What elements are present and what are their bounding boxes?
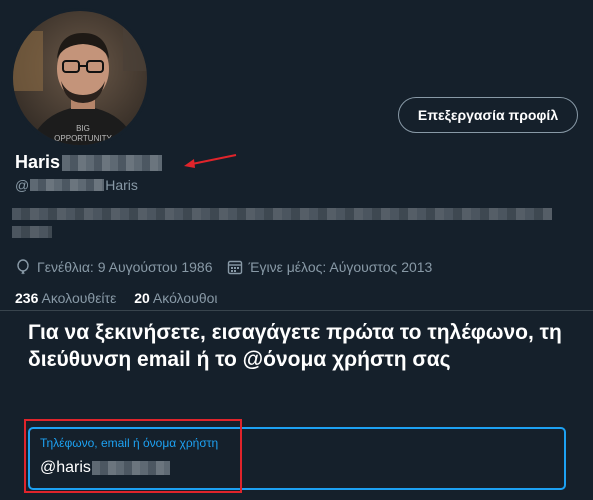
avatar-photo: BIG OPPORTUNITY <box>13 11 147 145</box>
follow-stats: 236 Ακολουθείτε 20 Ακόλουθοι <box>15 290 218 306</box>
svg-text:OPPORTUNITY: OPPORTUNITY <box>54 134 112 143</box>
dialog-title: Για να ξεκινήσετε, εισαγάγετε πρώτα το τ… <box>28 321 562 371</box>
calendar-icon <box>227 260 242 275</box>
followers-label: Ακόλουθοι <box>152 290 218 306</box>
display-name-text: Haris <box>15 152 61 172</box>
handle-suffix: Haris <box>105 177 138 193</box>
balloon-icon <box>17 259 29 275</box>
joined-text: Έγινε μέλος: Αύγουστος 2013 <box>248 259 433 275</box>
following-link[interactable]: 236 Ακολουθείτε <box>15 290 116 306</box>
bio-redacted <box>12 208 552 244</box>
redacted-surname <box>62 154 163 171</box>
following-count: 236 <box>15 290 39 306</box>
birthday-text: Γενέθλια: 9 Αυγούστου 1986 <box>37 259 213 275</box>
display-name: Haris <box>15 152 163 173</box>
profile-meta: Γενέθλια: 9 Αυγούστου 1986 Έγινε μέλος: … <box>15 259 432 275</box>
following-label: Ακολουθείτε <box>41 290 117 306</box>
red-box-annotation <box>24 419 242 493</box>
svg-text:BIG: BIG <box>76 124 90 133</box>
handle-prefix: @ <box>15 177 30 193</box>
profile-section: BIG OPPORTUNITY Επεξεργασία προφίλ Haris… <box>0 0 593 310</box>
followers-link[interactable]: 20 Ακόλουθοι <box>134 290 217 306</box>
edit-profile-button[interactable]: Επεξεργασία προφίλ <box>398 97 578 133</box>
login-dialog: Για να ξεκινήσετε, εισαγάγετε πρώτα το τ… <box>0 310 593 500</box>
handle: @ Haris <box>15 177 138 193</box>
redacted-handle <box>30 179 105 191</box>
red-arrow-annotation <box>184 154 237 168</box>
avatar[interactable]: BIG OPPORTUNITY <box>10 8 150 148</box>
followers-count: 20 <box>134 290 150 306</box>
